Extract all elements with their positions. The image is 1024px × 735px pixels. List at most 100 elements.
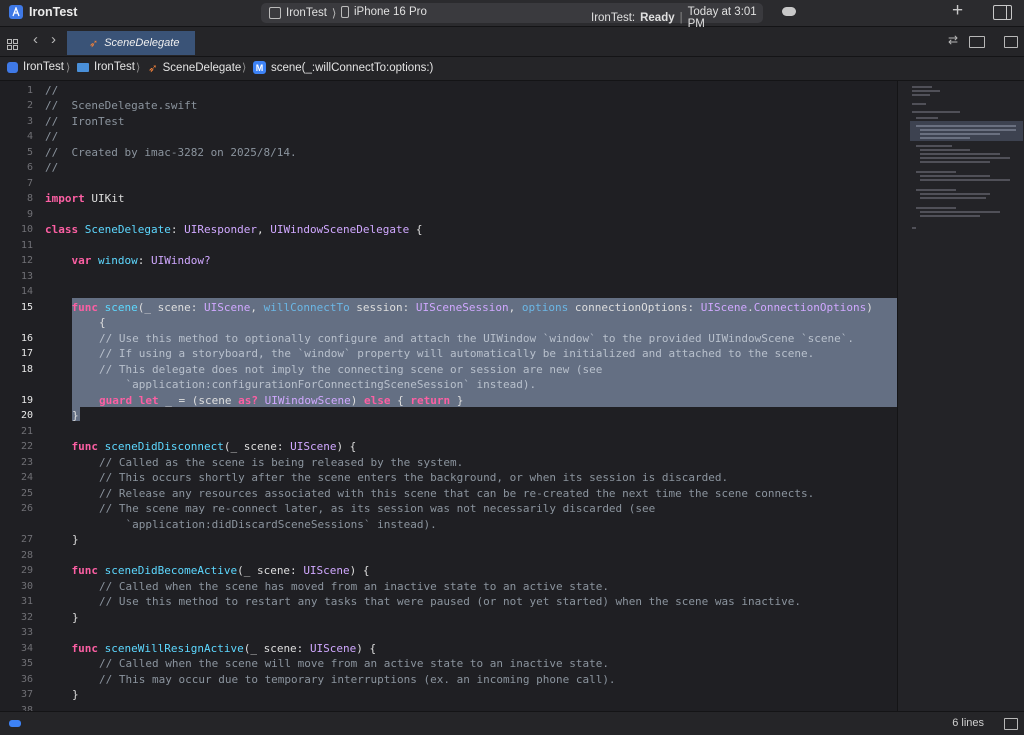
line-number: 32 <box>20 612 33 623</box>
code-text: (_ scene: <box>237 564 304 577</box>
code-text: (_ scene: <box>137 301 204 314</box>
scheme-selector[interactable]: IronTest ⟩ <box>269 6 336 20</box>
swift-icon: ➶ <box>89 37 99 50</box>
code-line: // The scene may re-connect later, as it… <box>99 502 656 515</box>
code-line: // Called when the scene will move from … <box>99 657 609 670</box>
minimap-line <box>916 117 938 119</box>
line-number: 33 <box>20 627 33 638</box>
code-line: var window: UIWindow? <box>45 253 211 269</box>
code-text: connectionOptions: <box>568 301 701 314</box>
code-line: // Created by imac-3282 on 2025/8/14. <box>45 146 297 159</box>
jumpbar-item-folder[interactable]: IronTest <box>77 61 135 73</box>
line-number: 5 <box>26 147 33 158</box>
line-number: 35 <box>20 658 33 669</box>
jumpbar-item-file[interactable]: ➶ SceneDelegate <box>148 61 241 75</box>
status-prefix: IronTest: <box>591 12 636 24</box>
param-label: willConnectTo <box>263 301 350 314</box>
minimap-line <box>920 197 986 199</box>
inspector-toggle-icon[interactable] <box>993 5 1012 20</box>
code-line: { <box>99 316 106 329</box>
minimap-line <box>920 129 1016 131</box>
keyword: guard <box>99 394 133 407</box>
jumpbar-item-method-label: scene(_:willConnectTo:options:) <box>271 61 434 74</box>
keyword: let <box>138 394 159 407</box>
code-line: // This may occur due to temporary inter… <box>99 673 616 686</box>
jumpbar-item-folder-label: IronTest <box>94 61 135 73</box>
code-line: func scene(_ scene: UIScene, willConnect… <box>45 300 873 316</box>
jumpbar-item-method[interactable]: M scene(_:willConnectTo:options:) <box>253 61 433 74</box>
debug-area-toggle-icon[interactable] <box>9 720 21 727</box>
keyword: func <box>71 440 99 453</box>
line-number: 25 <box>20 488 33 499</box>
jumpbar-item-project[interactable]: IronTest <box>7 61 64 73</box>
minimap-line <box>920 175 990 177</box>
line-number: 11 <box>20 240 33 251</box>
minimap-line <box>912 90 940 92</box>
line-number: 13 <box>20 271 33 282</box>
code-line: // Release any resources associated with… <box>99 487 815 500</box>
source-editor[interactable]: 1 2 3 4 5 6 7 8 9 10 11 12 13 14 15 16 1… <box>0 81 897 711</box>
app-title: IronTest <box>9 5 77 19</box>
code-text: ) <box>866 301 873 314</box>
tab-scenedelegate[interactable]: ➶ SceneDelegate <box>67 31 195 55</box>
minimap-line <box>916 125 1016 127</box>
code-line: `application:didDiscardSceneSessions` in… <box>99 518 437 531</box>
adjust-editor-icon[interactable] <box>969 36 985 48</box>
minimap-line <box>920 179 1010 181</box>
swap-icon[interactable]: ⇄ <box>948 33 958 47</box>
line-count: 6 lines <box>952 717 984 729</box>
code-line: // If using a storyboard, the `window` p… <box>99 347 815 360</box>
code-text: ) <box>350 394 364 407</box>
code-line: } <box>72 688 79 701</box>
device-selector[interactable]: iPhone 16 Pro <box>341 6 427 18</box>
code-text: session: <box>349 301 416 314</box>
type-name: ConnectionOptions <box>753 301 867 314</box>
code-line: `application:configurationForConnectingS… <box>99 378 537 391</box>
minimap-line <box>916 171 956 173</box>
class-name: SceneDelegate <box>84 223 171 236</box>
type-name: UIScene <box>290 440 337 453</box>
line-number: 36 <box>20 674 33 685</box>
jumpbar-item-file-label: SceneDelegate <box>162 62 242 74</box>
code-text: ) { <box>336 440 357 453</box>
minimap-line <box>920 211 1000 213</box>
type-name: UIWindowScene <box>264 394 351 407</box>
line-number: 9 <box>26 209 33 220</box>
add-editor-icon[interactable] <box>1004 36 1018 48</box>
type-name: UIScene <box>203 301 251 314</box>
phone-icon <box>341 6 349 18</box>
code-text: , <box>508 301 522 314</box>
inspector-toggle-icon[interactable] <box>1004 718 1018 730</box>
cloud-icon[interactable] <box>782 7 796 16</box>
code-line: } <box>72 409 79 422</box>
scheme-status-bar[interactable]: IronTest ⟩ iPhone 16 Pro IronTest: Ready… <box>261 3 763 30</box>
type-name: UIResponder <box>184 223 257 236</box>
code-text: ) { <box>349 564 370 577</box>
function-name: sceneDidDisconnect <box>104 440 224 453</box>
code-line: // SceneDelegate.swift <box>45 99 198 112</box>
type-name: UIScene <box>309 642 357 655</box>
chevron-right-icon: ⟩ <box>331 8 337 20</box>
back-icon[interactable]: ‹ <box>33 32 38 48</box>
minimap[interactable] <box>897 81 1024 711</box>
line-number: 17 <box>20 348 33 359</box>
code-line: func sceneDidBecomeActive(_ scene: UISce… <box>45 563 370 579</box>
type-name: UISceneSession <box>415 301 509 314</box>
line-number: 27 <box>20 534 33 545</box>
code-line: class SceneDelegate: UIResponder, UIWind… <box>45 222 423 238</box>
line-number: 4 <box>26 131 33 142</box>
line-number: 16 <box>20 333 33 344</box>
xcode-icon <box>9 5 23 19</box>
swift-icon: ➶ <box>148 63 158 75</box>
jump-bar: IronTest ⟩ IronTest ⟩ ➶ SceneDelegate ⟩ … <box>0 57 1024 81</box>
status-bar: 6 lines <box>0 711 1024 735</box>
grid-icon[interactable] <box>7 37 18 50</box>
minimap-line <box>912 103 926 105</box>
line-number: 31 <box>20 596 33 607</box>
add-button[interactable]: + <box>952 1 963 21</box>
forward-icon[interactable]: › <box>51 32 56 48</box>
line-number: 24 <box>20 472 33 483</box>
function-name: sceneWillResignActive <box>104 642 244 655</box>
minimap-line <box>916 189 956 191</box>
minimap-line <box>920 153 1000 155</box>
